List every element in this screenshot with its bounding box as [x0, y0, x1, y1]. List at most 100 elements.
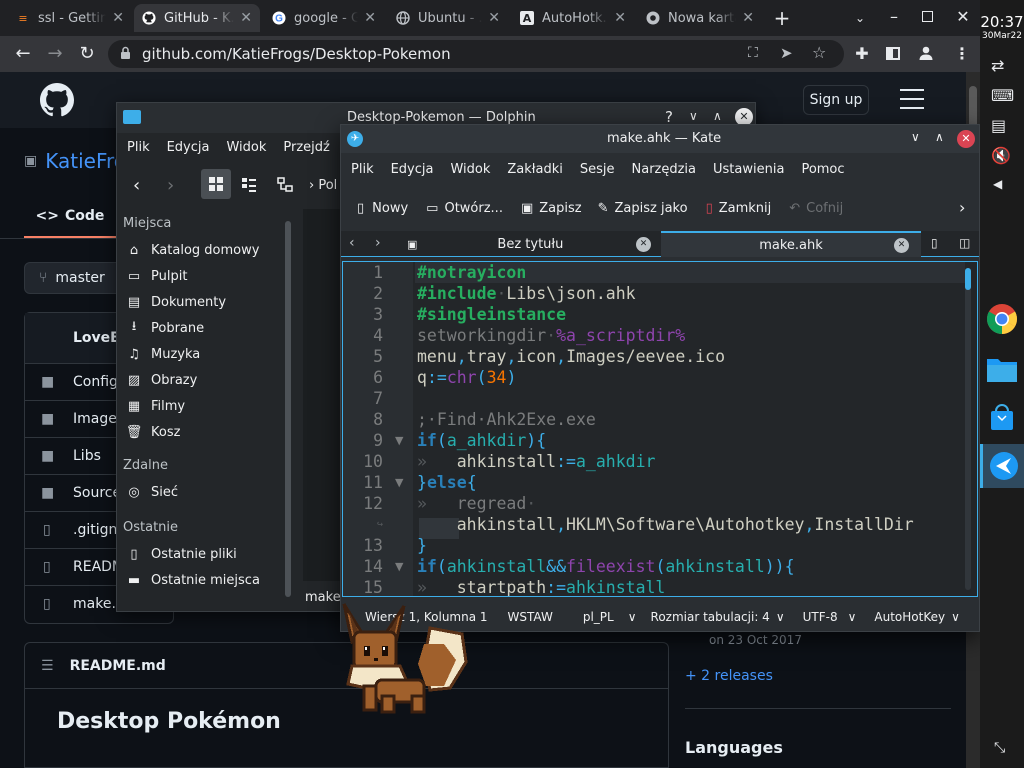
encoding-select[interactable]: UTF-8	[803, 610, 838, 624]
undo-button[interactable]: ↶ Cofnij	[789, 201, 843, 216]
minimize-icon[interactable]: –	[886, 7, 902, 27]
releases-link[interactable]: + 2 releases	[685, 668, 773, 684]
place-trash[interactable]: 🗑 Kosz	[117, 419, 297, 445]
fold-marker-icon[interactable]: ▼	[395, 560, 403, 573]
place-recent-files[interactable]: ▯ Ostatnie pliki	[117, 541, 297, 567]
browser-tab[interactable]: Ubuntu - ... ✕	[388, 4, 508, 32]
close-tab-icon[interactable]: ✕	[112, 10, 124, 26]
breadcrumb[interactable]: › Pol	[309, 178, 337, 193]
new-tab-icon[interactable]: ▯	[931, 236, 938, 250]
reload-icon[interactable]: ↻	[76, 44, 98, 64]
details-view-icon[interactable]	[241, 177, 257, 197]
tab-size-select[interactable]: Rozmiar tabulacji: 4	[651, 610, 770, 624]
menu-plik[interactable]: Plik	[127, 140, 150, 155]
editor-scrollbar[interactable]	[965, 268, 971, 590]
address-bar[interactable]: github.com/KatieFrogs/Desktop-Pokemon ⛶ …	[108, 40, 844, 68]
chrome-menu-icon[interactable]: ⋮	[954, 44, 970, 64]
new-tab-button[interactable]: +	[772, 8, 792, 28]
browser-tab[interactable]: G google - G... ✕	[264, 4, 384, 32]
fold-marker-icon[interactable]: ▼	[395, 434, 403, 447]
taskbar-chrome[interactable]	[980, 298, 1024, 340]
tab-make-ahk[interactable]: make.ahk ✕	[661, 231, 921, 257]
maximize-icon[interactable]: ∧	[935, 130, 944, 144]
place-desktop[interactable]: ▭ Pulpit	[117, 263, 297, 289]
menu-sesje[interactable]: Sesje	[580, 162, 615, 177]
close-icon[interactable]: ✕	[957, 130, 975, 148]
browser-tab[interactable]: Nowa karta ✕	[638, 4, 762, 32]
close-window-icon[interactable]: ✕	[955, 7, 971, 27]
close-tab-icon[interactable]: ✕	[636, 236, 651, 252]
taskbar-discover[interactable]	[980, 396, 1024, 438]
forward-icon[interactable]: →	[44, 44, 66, 64]
tree-view-icon[interactable]	[277, 177, 293, 197]
close-tab-icon[interactable]: ✕	[614, 10, 626, 26]
hamburger-menu-icon[interactable]	[900, 89, 924, 109]
tab-bez-tytulu[interactable]: ▣ Bez tytułu ✕	[401, 231, 659, 257]
close-tab-icon[interactable]: ✕	[894, 237, 909, 253]
browser-tab[interactable]: ≡ ssl - Getting... ✕	[8, 4, 132, 32]
browser-tab[interactable]: A AutoHotk... ✕	[512, 4, 634, 32]
profile-icon[interactable]	[918, 45, 934, 65]
prev-tab-icon[interactable]: ‹	[349, 235, 355, 251]
save-as-button[interactable]: ✎ Zapisz jako	[598, 201, 688, 216]
place-home[interactable]: ⌂ Katalog domowy	[117, 237, 297, 263]
github-logo-icon[interactable]	[40, 83, 75, 121]
clipboard-tray-icon[interactable]: ▤	[991, 116, 1006, 136]
minimize-icon[interactable]: ∨	[911, 130, 920, 144]
menu-narzedzia[interactable]: Narzędzia	[632, 162, 697, 177]
file-name[interactable]: Libs	[73, 448, 101, 464]
menu-edycja[interactable]: Edycja	[391, 162, 434, 177]
file-name[interactable]: Source	[73, 485, 121, 501]
network-tray-icon[interactable]: ⇄	[991, 56, 1004, 76]
expand-corner-icon[interactable]: ⤡	[994, 738, 1005, 758]
menu-pomoc[interactable]: Pomoc	[801, 162, 844, 177]
place-downloads[interactable]: ⭳ Pobrane	[117, 315, 297, 341]
repo-title[interactable]: ▣ KatieFro	[24, 149, 126, 173]
place-pictures[interactable]: ▨ Obrazy	[117, 367, 297, 393]
open-button[interactable]: ▭ Otwórz...	[426, 201, 503, 216]
signup-button[interactable]: Sign up	[803, 85, 869, 115]
menu-przejdz[interactable]: Przejdź	[283, 140, 329, 155]
menu-edycja[interactable]: Edycja	[167, 140, 210, 155]
place-recent-places[interactable]: ▬ Ostatnie miejsca	[117, 567, 297, 593]
save-button[interactable]: ▣ Zapisz	[521, 201, 582, 216]
side-panel-icon[interactable]	[886, 47, 900, 60]
eevee-desktop-pet[interactable]	[338, 600, 468, 722]
icons-view-button[interactable]	[201, 169, 231, 199]
close-tab-icon[interactable]: ✕	[240, 10, 252, 26]
breadcrumb-item[interactable]: Pol	[318, 178, 337, 193]
file-name[interactable]: Config	[73, 374, 118, 390]
split-view-icon[interactable]: ◫	[959, 236, 970, 250]
code-editor[interactable]: 1 2 3 4 5 6 7 8 9 10 11 12 ↪ 13 14 15 ▼ ▼ ▼ #notrayicon…	[342, 261, 978, 597]
fold-marker-icon[interactable]: ▼	[395, 476, 403, 489]
place-music[interactable]: ♫ Muzyka	[117, 341, 297, 367]
back-icon[interactable]: ‹	[133, 175, 140, 196]
tab-code[interactable]: <> Code	[24, 196, 116, 238]
maximize-icon[interactable]	[922, 11, 933, 22]
place-videos[interactable]: ▦ Filmy	[117, 393, 297, 419]
tray-expand-icon[interactable]: ◀	[993, 174, 1002, 194]
dictionary-select[interactable]: pl_PL	[583, 610, 614, 624]
place-documents[interactable]: ▤ Dokumenty	[117, 289, 297, 315]
back-icon[interactable]: ←	[12, 44, 34, 64]
menu-widok[interactable]: Widok	[226, 140, 266, 155]
syntax-select[interactable]: AutoHotKey	[874, 610, 945, 624]
file-view[interactable]	[303, 209, 343, 581]
menu-plik[interactable]: Plik	[351, 162, 374, 177]
keyboard-tray-icon[interactable]: ⌨	[991, 86, 1014, 106]
translate-icon[interactable]: ⛶	[748, 45, 758, 61]
minimize-icon[interactable]: ∨	[689, 109, 698, 123]
close-tab-icon[interactable]: ✕	[364, 10, 376, 26]
close-tab-icon[interactable]: ✕	[742, 10, 754, 26]
close-document-button[interactable]: ▯ Zamknij	[706, 201, 772, 216]
repo-owner-link[interactable]: KatieFro	[45, 149, 126, 173]
send-icon[interactable]: ➤	[780, 44, 793, 62]
browser-tab-active[interactable]: GitHub - K... ✕	[134, 4, 260, 32]
new-button[interactable]: ▯ Nowy	[357, 201, 408, 216]
toolbar-overflow-icon[interactable]: ›	[959, 198, 965, 217]
input-mode[interactable]: WSTAW	[508, 610, 553, 624]
menu-widok[interactable]: Widok	[450, 162, 490, 177]
menu-zakladki[interactable]: Zakładki	[507, 162, 562, 177]
list-icon[interactable]: ☰	[41, 658, 54, 674]
tab-search-icon[interactable]: ⌄	[852, 8, 868, 28]
